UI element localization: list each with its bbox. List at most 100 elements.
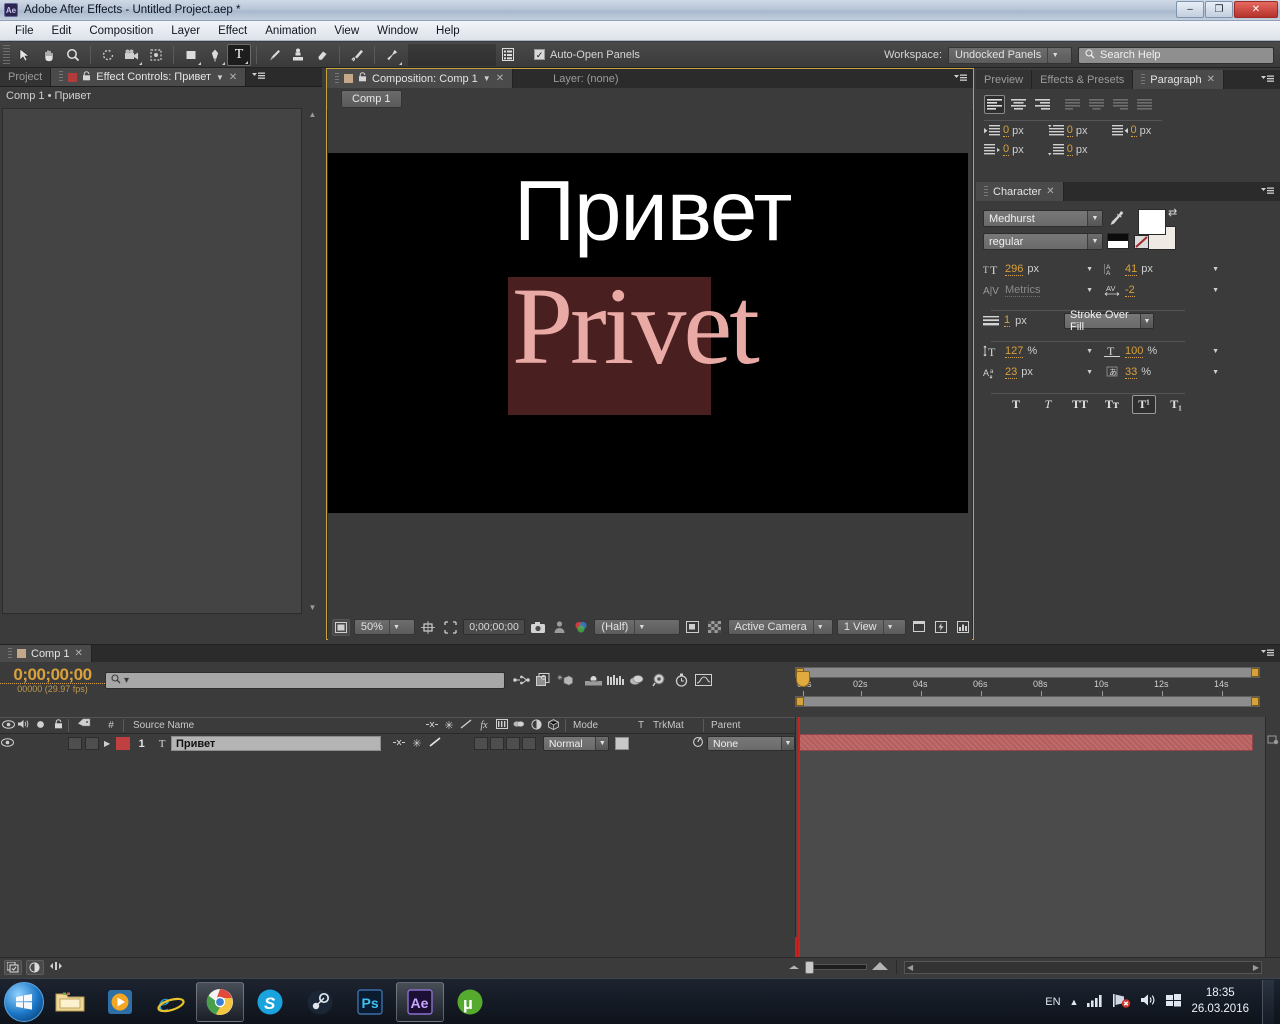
menu-window[interactable]: Window [368, 23, 427, 39]
chevron-down-icon[interactable]: ▼ [1212, 348, 1219, 355]
indent-left-field[interactable]: 0 px [984, 124, 1024, 137]
menu-effect[interactable]: Effect [209, 23, 256, 39]
tracking-field[interactable]: AV -2 ▼ [1104, 283, 1219, 297]
faux-bold-button[interactable]: T [1004, 395, 1028, 414]
horizontal-scale-value[interactable]: 100 [1125, 345, 1144, 358]
superscript-button[interactable]: T¹ [1132, 395, 1156, 414]
graph-editor-toggle-icon[interactable] [692, 670, 714, 690]
canvas-text-box[interactable]: Privet [508, 271, 760, 415]
auto-keyframe-icon[interactable] [670, 670, 692, 690]
baseline-shift-value[interactable]: 23 [1005, 366, 1018, 379]
subscript-button[interactable]: T₁ [1164, 395, 1188, 414]
clock[interactable]: 18:35 26.03.2016 [1191, 986, 1249, 1017]
work-area-bar[interactable] [795, 667, 1260, 678]
tab-effects-presets[interactable]: Effects & Presets [1032, 70, 1134, 89]
time-zoom-bar[interactable] [795, 696, 1260, 707]
enable-motion-blur-icon[interactable] [604, 670, 626, 690]
channel-icon[interactable] [573, 619, 591, 636]
taskbar-steam[interactable] [296, 982, 344, 1022]
tab-layer[interactable]: Layer: (none) [513, 69, 659, 88]
toggle-switches-modes-icon[interactable] [4, 959, 22, 975]
parent-pickwhip-icon[interactable] [689, 736, 707, 751]
canvas-text-russian[interactable]: Привет [514, 169, 792, 254]
zoom-tool-icon[interactable] [61, 44, 85, 66]
align-center-icon[interactable] [1008, 95, 1029, 114]
motion-blur-switch-header-icon[interactable] [511, 719, 527, 732]
indent-first-line-field[interactable]: 0 px [1047, 124, 1088, 137]
align-left-icon[interactable] [984, 95, 1005, 114]
taskbar-google-chrome[interactable] [196, 981, 244, 1022]
justify-last-center-icon[interactable] [1086, 95, 1107, 114]
zoom-out-timeline-icon[interactable] [787, 962, 801, 972]
maximize-button[interactable]: ❐ [1205, 1, 1233, 18]
quality-switch-header-icon[interactable] [458, 719, 474, 732]
layer-collapse-switch[interactable]: ✳ [409, 737, 425, 750]
space-after-field[interactable]: 0 px [1047, 143, 1088, 156]
snapshot-icon[interactable] [529, 619, 547, 636]
taskbar-internet-explorer[interactable]: e [146, 982, 194, 1022]
effects-switch-header-icon[interactable]: fx [475, 720, 493, 731]
chevron-down-icon[interactable]: ▼ [634, 620, 648, 634]
panel-menu-icon[interactable] [1255, 182, 1280, 201]
network-signal-icon[interactable] [1087, 993, 1104, 1010]
resolution-dropdown[interactable]: (Half) ▼ [594, 619, 680, 635]
comp-navigator-button[interactable]: Comp 1 [341, 90, 402, 108]
font-style-dropdown[interactable]: regular ▼ [983, 233, 1103, 250]
menu-composition[interactable]: Composition [80, 23, 162, 39]
search-help-input[interactable]: Search Help [1078, 46, 1274, 64]
layer-label-color[interactable] [116, 737, 130, 750]
layer-keyframe-nav-icon[interactable] [1266, 735, 1280, 749]
canvas-text-latin[interactable]: Privet [512, 271, 760, 381]
kerning-field[interactable]: A|V Metrics ▼ [983, 283, 1093, 298]
tab-preview[interactable]: Preview [976, 70, 1033, 89]
puppet-pin-tool-icon[interactable] [380, 44, 404, 66]
action-center-icon[interactable] [1166, 993, 1182, 1010]
indent-right-field[interactable]: 0 px [1111, 124, 1151, 137]
layer-shy-switch[interactable] [391, 738, 407, 750]
kerning-value[interactable]: Metrics [1005, 284, 1041, 297]
justify-all-icon[interactable] [1134, 95, 1155, 114]
tab-effect-controls[interactable]: Effect Controls: Привет ▼ ✕ [51, 68, 247, 86]
close-button[interactable]: ✕ [1234, 1, 1278, 18]
frame-blend-switch-header-icon[interactable] [494, 719, 510, 732]
show-snapshot-icon[interactable] [551, 619, 569, 636]
scroll-left-icon[interactable]: ◀ [907, 963, 913, 972]
font-size-value[interactable]: 296 [1005, 263, 1024, 276]
layer-frame-blend-cell[interactable] [473, 737, 488, 750]
table-row[interactable]: ▶ 1 T Привет ✳ Normal ▼ None ▼ [0, 734, 795, 753]
justify-last-left-icon[interactable] [1062, 95, 1083, 114]
panel-menu-icon[interactable] [1255, 70, 1280, 89]
draft-3d-icon[interactable] [532, 670, 554, 690]
layer-parent-dropdown[interactable]: None ▼ [707, 736, 795, 751]
all-caps-button[interactable]: TT [1068, 395, 1092, 414]
menu-view[interactable]: View [325, 23, 368, 39]
shy-switch-header-icon[interactable] [424, 720, 440, 732]
show-desktop-button[interactable] [1262, 979, 1274, 1024]
roto-brush-tool-icon[interactable] [345, 44, 369, 66]
font-size-field[interactable]: TT 296 px ▼ [983, 262, 1093, 277]
chevron-down-icon[interactable]: ▼ [1086, 369, 1093, 376]
zoom-in-timeline-icon[interactable] [871, 961, 889, 974]
chevron-down-icon[interactable]: ▼ [388, 620, 403, 634]
composition-mini-flowchart-icon[interactable] [510, 670, 532, 690]
tab-timeline-comp1[interactable]: Comp 1 ✕ [0, 645, 92, 662]
effect-controls-scrollbar[interactable]: ▲ ▼ [305, 108, 320, 614]
layer-source-name[interactable]: Привет [170, 736, 381, 751]
pen-tool-icon[interactable] [203, 44, 227, 66]
chevron-down-icon[interactable]: ▼ [1087, 234, 1102, 249]
close-icon[interactable]: ✕ [229, 72, 237, 83]
lock-icon[interactable] [358, 72, 367, 85]
leading-value[interactable]: 41 [1125, 263, 1138, 276]
zoom-end-handle[interactable] [1251, 697, 1259, 706]
indent-first-line-value[interactable]: 0 [1066, 124, 1073, 137]
camera-view-dropdown[interactable]: Active Camera ▼ [727, 619, 833, 635]
transparency-grid-icon[interactable] [706, 619, 724, 636]
zoom-start-handle[interactable] [796, 697, 804, 706]
taskbar-utorrent[interactable]: µ [446, 982, 494, 1022]
no-fill-icon[interactable] [1134, 235, 1149, 249]
small-caps-button[interactable]: Tт [1100, 395, 1124, 414]
chevron-down-icon[interactable]: ▼ [882, 620, 897, 634]
vertical-scale-value[interactable]: 127 [1005, 345, 1024, 358]
rotation-tool-icon[interactable] [96, 44, 120, 66]
timeline-ruler[interactable]: 00s 02s 04s 06s 08s 10s 12s 14s [795, 667, 1260, 707]
